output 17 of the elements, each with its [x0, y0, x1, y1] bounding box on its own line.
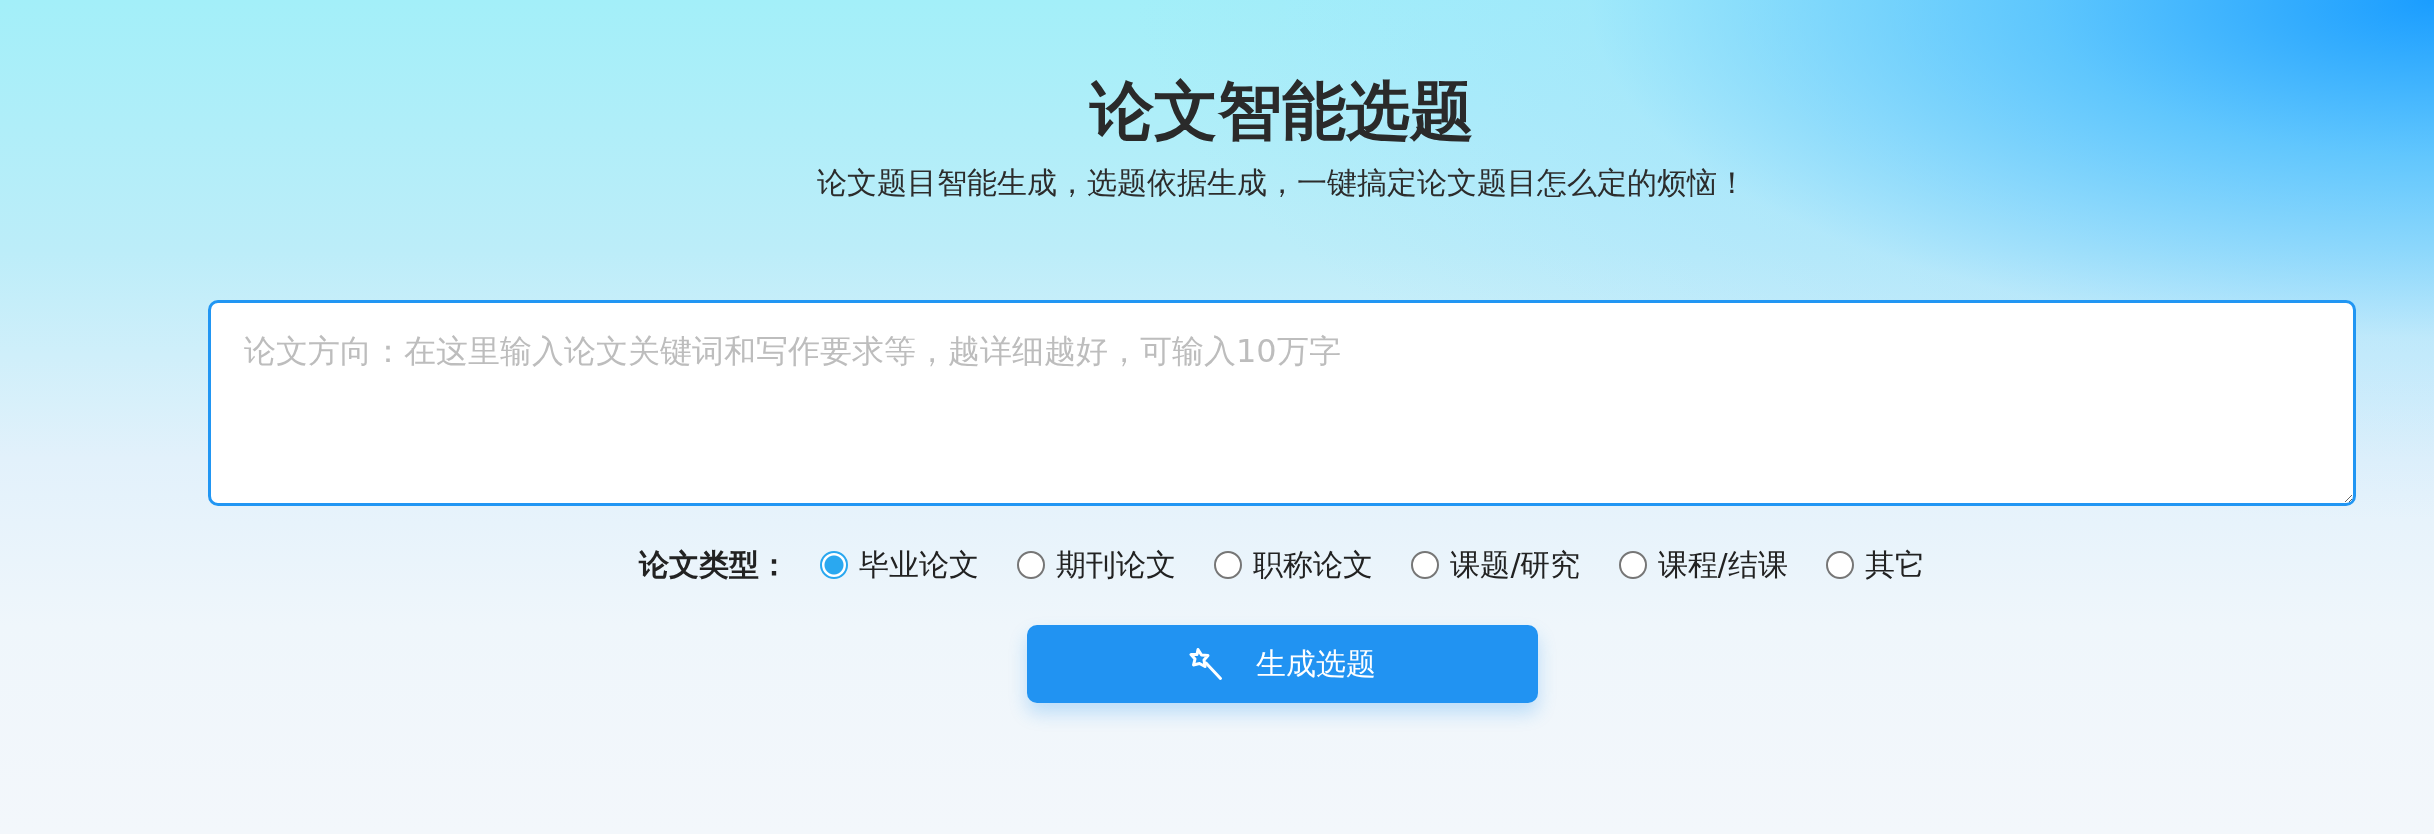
paper-type-option[interactable]: 期刊论文 [1017, 545, 1177, 585]
paper-type-option[interactable]: 毕业论文 [820, 545, 980, 585]
paper-type-label: 论文类型： [639, 546, 790, 584]
page-title: 论文智能选题 [1090, 73, 1474, 149]
magic-wand-icon [1188, 647, 1223, 681]
paper-type-option[interactable]: 其它 [1825, 545, 1925, 585]
page-subtitle: 论文题目智能生成，选题依据生成，一键搞定论文题目怎么定的烦恼！ [817, 164, 1747, 202]
radio-button[interactable] [820, 551, 849, 579]
radio-button[interactable] [1618, 551, 1647, 579]
topic-input-field[interactable]: 论文方向：在这里输入论文关键词和写作要求等，越详细越好，可输入10万字 [208, 300, 2356, 506]
radio-button[interactable] [1825, 551, 1854, 579]
paper-type-option[interactable]: 课题/研究 [1411, 545, 1581, 585]
radio-button[interactable] [1411, 551, 1440, 579]
paper-type-option[interactable]: 职称论文 [1214, 545, 1374, 585]
paper-type-option[interactable]: 课程/结课 [1618, 545, 1788, 585]
radio-button[interactable] [1017, 551, 1046, 579]
radio-button[interactable] [1214, 551, 1243, 579]
